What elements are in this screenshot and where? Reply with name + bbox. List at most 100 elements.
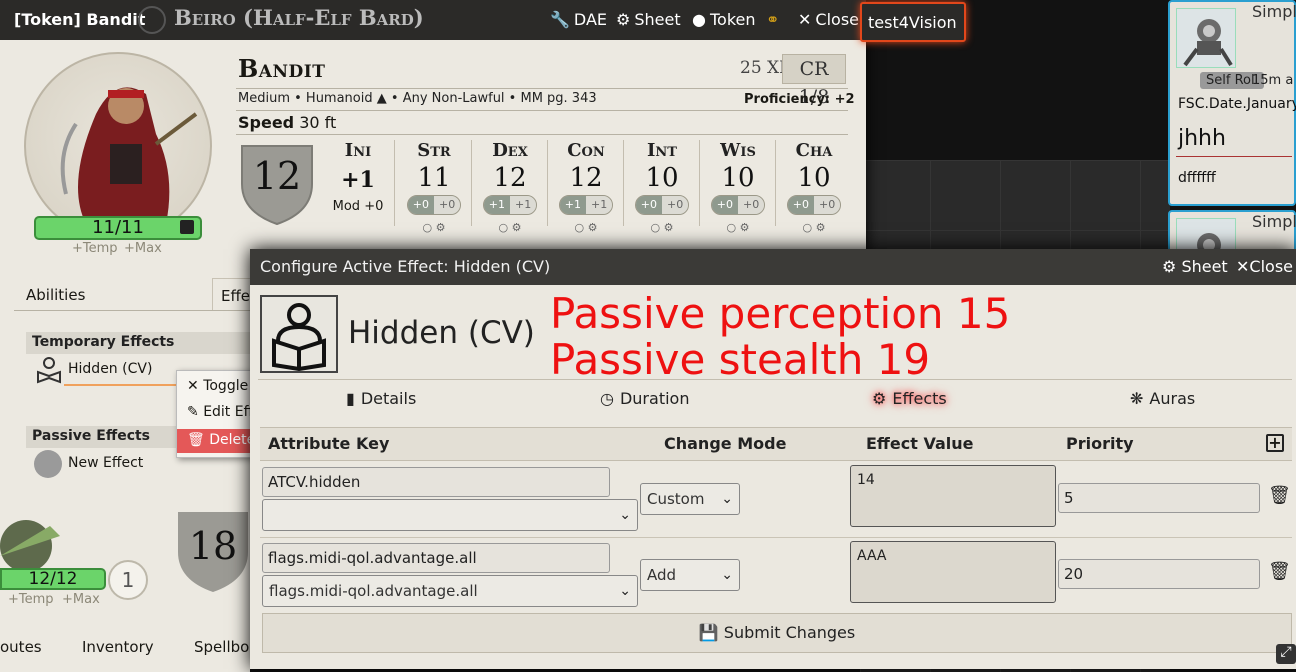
resize-handle-icon[interactable]: ⤢ (1276, 644, 1296, 664)
cr-value[interactable]: CR 1/8 (782, 54, 846, 108)
ability-label: Con (567, 140, 605, 161)
proficiency-circle-icon[interactable]: ○ (499, 221, 509, 234)
effect-image[interactable] (260, 295, 338, 373)
attribute-key-input[interactable]: flags.midi-qol.advantage.all (262, 543, 610, 573)
gear-icon[interactable]: ⚙ (664, 221, 674, 234)
sheet-button[interactable]: ⚙ Sheet (616, 10, 681, 29)
temp-hp-label[interactable]: +Temp (72, 241, 118, 256)
ability-str[interactable]: Str 11 +0 +0 ○ ⚙ (396, 140, 472, 234)
change-mode-select[interactable]: Custom ⌄ (640, 483, 740, 515)
menu-item-delete[interactable]: 🗑 Delete (177, 429, 251, 453)
column-priority: Priority (1066, 434, 1134, 453)
check-mod[interactable]: +0 (662, 196, 689, 214)
user-circle-icon: ● (692, 10, 706, 29)
ability-dex[interactable]: Dex 12 +1 +1 ○ ⚙ (472, 140, 548, 234)
column-effect-value: Effect Value (866, 434, 974, 453)
gear-icon[interactable]: ⚙ (588, 221, 598, 234)
proficiency-circle-icon[interactable]: ○ (651, 221, 661, 234)
token-button[interactable]: ● Token (692, 10, 756, 29)
change-mode-select[interactable]: Add ⌄ (640, 559, 740, 591)
reading-person-icon (272, 303, 326, 372)
save-mod[interactable]: +0 (407, 196, 434, 214)
menu-item-edit[interactable]: ✎ Edit Eff (177, 401, 251, 425)
ability-con[interactable]: Con 12 +1 +1 ○ ⚙ (548, 140, 624, 234)
delete-change-trash-icon[interactable]: 🗑 (1268, 485, 1291, 506)
attribute-key-input[interactable]: ATCV.hidden (262, 467, 610, 497)
tab-duration[interactable]: ◷ Duration (600, 389, 689, 408)
save-check-pill[interactable]: +0 +0 (710, 195, 766, 215)
gear-icon[interactable]: ⚙ (740, 221, 750, 234)
save-check-pill[interactable]: +0 +0 (406, 195, 462, 215)
armor-class-shield[interactable]: 18 (176, 510, 250, 594)
save-mod[interactable]: +0 (635, 196, 662, 214)
ability-score: 12 (569, 163, 603, 193)
initiative[interactable]: Ini +1 Mod +0 (320, 140, 396, 214)
tab-auras[interactable]: ❋ Auras (1130, 389, 1195, 408)
check-mod[interactable]: +1 (586, 196, 613, 214)
gear-icon[interactable]: ⚙ (436, 221, 446, 234)
hp-bar[interactable]: 11/11 (34, 216, 202, 240)
npc-name[interactable]: Bandit (238, 54, 325, 83)
tab-spellbook[interactable]: Spellboo (194, 638, 258, 656)
save-mod[interactable]: +1 (483, 196, 510, 214)
gear-icon[interactable]: ⚙ (816, 221, 826, 234)
hp-bar-secondary[interactable]: 12/12 (0, 568, 106, 590)
chain-icon[interactable]: ⚭ (766, 10, 779, 29)
check-mod[interactable]: +0 (814, 196, 841, 214)
temporary-effects-header: Temporary Effects (26, 332, 252, 354)
attribute-key-select[interactable]: ⌄ (262, 499, 638, 531)
max-hp-label[interactable]: +Max (124, 241, 162, 256)
dice-icon[interactable] (180, 220, 194, 234)
save-mod[interactable]: +1 (559, 196, 586, 214)
proficiency-circle-icon[interactable]: ○ (423, 221, 433, 234)
npc-portrait[interactable] (24, 52, 212, 240)
check-mod[interactable]: +0 (738, 196, 765, 214)
window-header[interactable]: [Token] Bandit Beiro (Half-Elf Bard) 🔧 DA… (0, 0, 866, 40)
ac-value: 12 (252, 154, 302, 198)
attribute-key-select[interactable]: flags.midi-qol.advantage.all ⌄ (262, 575, 638, 607)
ability-int[interactable]: Int 10 +0 +0 ○ ⚙ (624, 140, 700, 234)
proficiency-circle-icon[interactable]: ○ (727, 221, 737, 234)
save-check-pill[interactable]: +0 +0 (786, 195, 842, 215)
tab-effects[interactable]: Effe (212, 278, 252, 310)
ability-wis[interactable]: Wis 10 +0 +0 ○ ⚙ (700, 140, 776, 234)
priority-input[interactable]: 5 (1058, 483, 1260, 513)
save-mod[interactable]: +0 (711, 196, 738, 214)
submit-changes-button[interactable]: 💾 Submit Changes (262, 613, 1292, 653)
tab-inventory[interactable]: Inventory (82, 638, 154, 656)
tab-details[interactable]: ▮ Details (346, 389, 416, 408)
dialog-header[interactable]: Configure Active Effect: Hidden (CV) ⚙ S… (250, 249, 1296, 285)
tab-routes[interactable]: outes (0, 638, 42, 656)
effect-value-textarea[interactable]: AAA (850, 541, 1056, 603)
check-mod[interactable]: +1 (510, 196, 537, 214)
save-mod[interactable]: +0 (787, 196, 814, 214)
speed[interactable]: Speed 30 ft (238, 113, 336, 132)
gear-icon[interactable]: ⚙ (512, 221, 522, 234)
delete-change-trash-icon[interactable]: 🗑 (1268, 561, 1291, 582)
sheet-button[interactable]: ⚙ Sheet (1162, 257, 1228, 276)
menu-item-toggle[interactable]: ✕ Toggle (177, 375, 251, 399)
save-check-pill[interactable]: +0 +0 (634, 195, 690, 215)
effect-value-textarea[interactable]: 14 (850, 465, 1056, 527)
temp-hp-label[interactable]: +Temp (8, 592, 54, 607)
wrench-icon: 🔧 (550, 10, 570, 29)
tab-effects[interactable]: ⚙ Effects (872, 389, 947, 408)
max-hp-label[interactable]: +Max (62, 592, 100, 607)
save-check-pill[interactable]: +1 +1 (558, 195, 614, 215)
add-change-button[interactable]: + (1266, 434, 1284, 452)
effect-name[interactable]: Hidden (CV) (348, 315, 535, 351)
priority-input[interactable]: 20 (1058, 559, 1260, 589)
hit-dice-circle[interactable]: 1 (108, 560, 148, 600)
dae-button[interactable]: 🔧 DAE (550, 10, 607, 29)
tab-abilities[interactable]: Abilities (26, 286, 85, 304)
check-mod[interactable]: +0 (434, 196, 461, 214)
armor-class-shield[interactable]: 12 (238, 140, 316, 226)
proficiency-circle-icon[interactable]: ○ (803, 221, 813, 234)
ability-cha[interactable]: Cha 10 +0 +0 ○ ⚙ (776, 140, 852, 234)
test4vision-window[interactable]: test4Vision (860, 2, 966, 42)
close-button[interactable]: ✕Close (1236, 257, 1293, 276)
close-button[interactable]: ✕Close (798, 10, 859, 29)
save-check-pill[interactable]: +1 +1 (482, 195, 538, 215)
trash-icon: 🗑 (187, 432, 205, 448)
proficiency-circle-icon[interactable]: ○ (575, 221, 585, 234)
